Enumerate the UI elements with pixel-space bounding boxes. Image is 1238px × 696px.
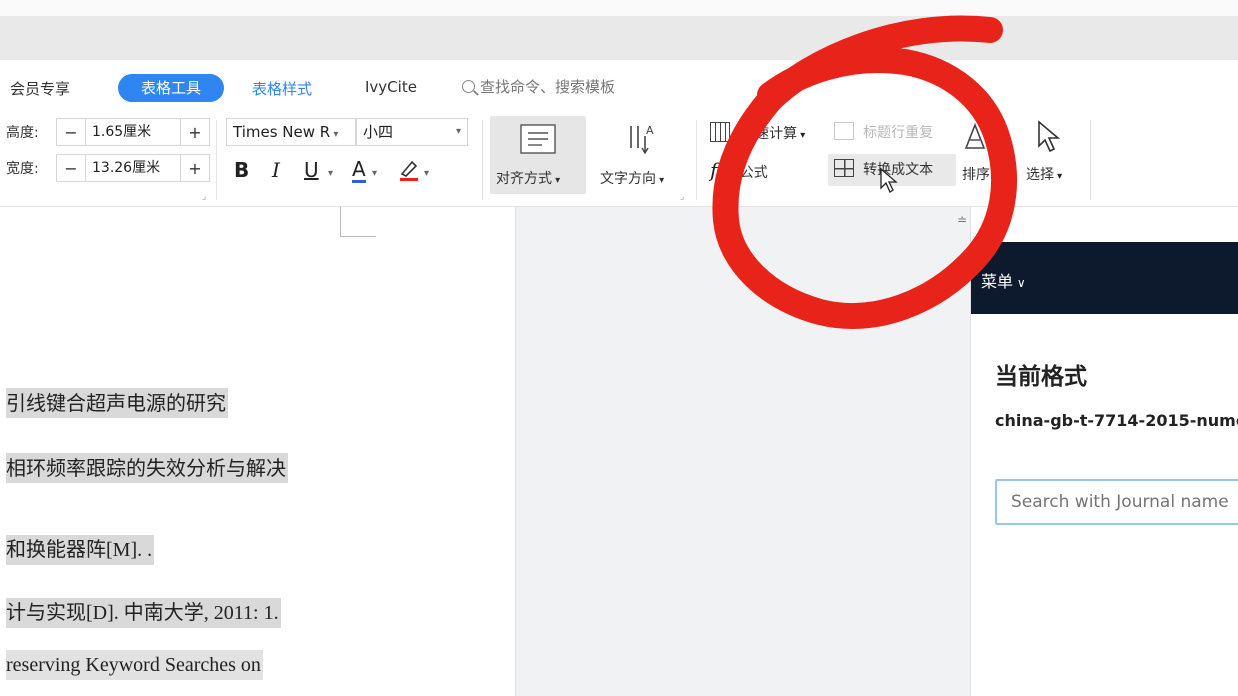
divider [1090, 120, 1091, 200]
ivycite-side-panel: ≐ 菜单 ∨ 当前格式 china-gb-t-7714-2015-numeric [957, 207, 1238, 696]
journal-search-input[interactable] [995, 479, 1238, 525]
width-stepper: − 13.26厘米 + [56, 154, 210, 182]
select-label: 选择 [1026, 167, 1054, 183]
chevron-down-icon: ▾ [455, 126, 461, 137]
select-button[interactable] [1036, 120, 1064, 158]
calculator-icon [710, 122, 730, 142]
document-line[interactable]: 引线键合超声电源的研究 [6, 388, 228, 418]
font-size-select[interactable]: 小四 ▾ [356, 118, 468, 146]
panel-menu-label: 菜单 [981, 272, 1014, 291]
italic-button[interactable]: I [272, 158, 280, 182]
select-dropdown[interactable]: 选择 ▾ [1026, 164, 1062, 184]
panel-menu-button[interactable]: 菜单 ∨ [981, 268, 1026, 292]
command-search-placeholder: 查找命令、搜索模板 [480, 78, 616, 96]
document-line[interactable]: 和换能器阵[M]. . [6, 535, 155, 565]
chevron-down-icon[interactable]: ▾ [424, 168, 429, 179]
mouse-cursor-icon [880, 168, 898, 193]
divider [216, 120, 217, 200]
search-icon [462, 80, 475, 93]
width-label: 宽度: [6, 161, 39, 177]
ribbon-tab-row: 会员专享 表格工具 表格样式 IvyCite 查找命令、搜索模板 [0, 60, 1238, 112]
divider [482, 120, 483, 200]
command-search[interactable]: 查找命令、搜索模板 [462, 76, 615, 97]
tab-table-tools[interactable]: 表格工具 [118, 74, 224, 102]
height-decrease-button[interactable]: − [57, 123, 85, 142]
svg-text:A: A [646, 124, 654, 137]
title-bar [0, 0, 1238, 60]
chevron-down-icon: ∨ [1013, 276, 1026, 290]
document-line[interactable]: 计与实现[D]. 中南大学, 2011: 1. [6, 598, 281, 628]
workspace-background [515, 207, 970, 696]
height-label: 高度: [6, 125, 39, 141]
width-increase-button[interactable]: + [181, 159, 209, 178]
table-to-text-icon [834, 159, 854, 177]
width-decrease-button[interactable]: − [57, 159, 85, 178]
quick-calc-label: 快速计算 [741, 126, 798, 142]
current-format-value: china-gb-t-7714-2015-numeric [995, 411, 1238, 430]
panel-header: 菜单 ∨ [971, 242, 1238, 314]
bold-button[interactable]: B [234, 158, 249, 182]
divider [696, 120, 697, 200]
collapse-icon[interactable]: ≐ [957, 213, 967, 227]
align-icon [520, 124, 556, 154]
chevron-down-icon[interactable]: ▾ [328, 168, 333, 179]
document-line[interactable]: 相环频率跟踪的失效分析与解决 [6, 453, 288, 483]
current-format-title: 当前格式 [995, 364, 1087, 390]
underline-button[interactable]: U [304, 158, 319, 182]
quick-calc-button[interactable]: 快速计算 ▾ [710, 122, 805, 143]
height-increase-button[interactable]: + [181, 123, 209, 142]
height-stepper: − 1.65厘米 + [56, 118, 210, 146]
chevron-down-icon: ▾ [330, 129, 339, 140]
height-value[interactable]: 1.65厘米 [85, 119, 181, 145]
document-line[interactable]: reserving Keyword Searches on [6, 650, 263, 680]
font-size-value: 小四 [363, 123, 394, 141]
sort-label: 排序 [962, 167, 990, 183]
tab-table-style[interactable]: 表格样式 [252, 78, 312, 99]
pointer-arrow-icon [1038, 120, 1061, 153]
highlight-icon[interactable] [398, 158, 420, 182]
group-expand-icon[interactable]: ⌟ [202, 192, 206, 202]
tab-ivycite[interactable]: IvyCite [365, 78, 417, 96]
tab-member[interactable]: 会员专享 [10, 78, 70, 99]
repeat-title-row-button[interactable]: 标题行重复 [834, 122, 933, 142]
ribbon-toolbar: 高度: − 1.65厘米 + 宽度: − 13.26厘米 + ⌟ Times N… [0, 112, 1238, 207]
fx-icon: fx [710, 158, 729, 182]
text-direction-label: 文字方向 [600, 171, 656, 187]
font-name-value: Times New R [233, 123, 331, 141]
text-direction-icon: A [630, 124, 654, 155]
text-direction-button[interactable]: A 文字方向 ▾ [596, 116, 688, 194]
sort-button[interactable] [962, 122, 988, 154]
sort-icon [964, 122, 986, 149]
group-expand-icon[interactable]: ⌟ [680, 192, 684, 202]
width-value[interactable]: 13.26厘米 [85, 155, 181, 181]
repeat-title-row-label: 标题行重复 [863, 125, 934, 141]
align-button[interactable]: 对齐方式 ▾ [490, 116, 586, 194]
repeat-title-icon [834, 122, 854, 140]
font-color-button[interactable]: A [352, 158, 366, 183]
formula-label: 公式 [739, 165, 768, 181]
formula-button[interactable]: fx 公式 [710, 158, 768, 182]
chevron-down-icon[interactable]: ▾ [372, 168, 377, 179]
convert-to-text-label: 转换成文本 [863, 162, 934, 178]
font-name-select[interactable]: Times New R ▾ [226, 118, 356, 146]
page-corner-mark [340, 207, 376, 237]
align-label: 对齐方式 [496, 171, 552, 187]
